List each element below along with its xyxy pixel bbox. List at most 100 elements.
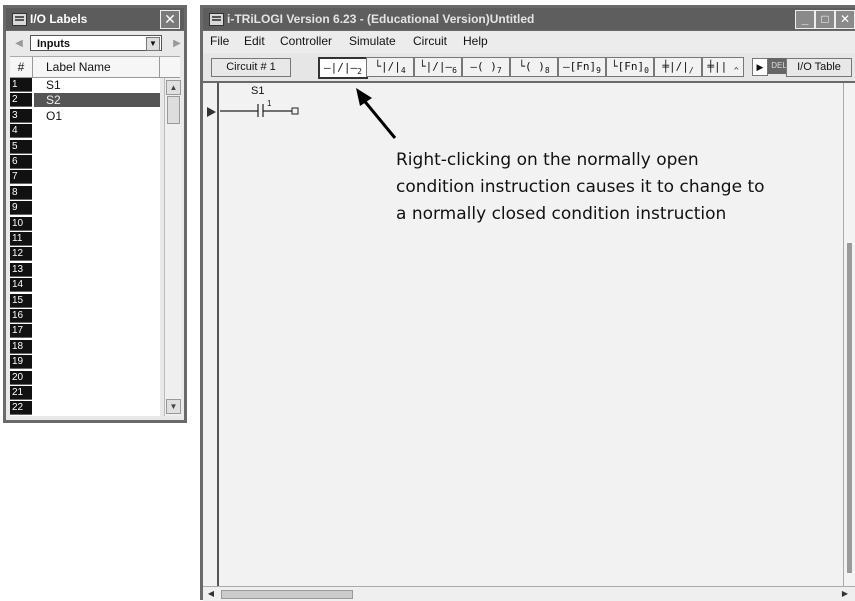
row-label[interactable] (34, 309, 160, 323)
next-arrow-icon[interactable]: ▶ (170, 36, 184, 52)
table-row[interactable]: 3 O1 (10, 108, 160, 124)
io-list-scrollbar[interactable]: ▲ ▼ (164, 78, 181, 416)
row-number: 13 (10, 262, 32, 277)
ladder-instruction-button[interactable]: └[Fn]0 (606, 57, 654, 77)
scroll-thumb[interactable] (167, 96, 180, 124)
row-label[interactable] (34, 124, 160, 138)
menu-edit[interactable]: Edit (244, 34, 265, 48)
row-label[interactable] (34, 371, 160, 385)
row-label[interactable]: O1 (34, 109, 160, 123)
table-row[interactable]: 8 (10, 185, 160, 201)
row-label[interactable] (34, 324, 160, 338)
row-number: 6 (10, 155, 32, 169)
row-label[interactable] (34, 278, 160, 292)
rung-cursor-arrow-icon (207, 107, 216, 117)
ladder-instruction-button[interactable]: —[Fn]9 (558, 57, 606, 77)
close-icon[interactable]: ✕ (835, 10, 855, 29)
table-row[interactable]: 19 (10, 355, 160, 370)
table-row[interactable]: 16 (10, 309, 160, 324)
ladder-instruction-button[interactable]: └|/|—6 (414, 57, 462, 77)
row-label[interactable] (34, 155, 160, 169)
row-label[interactable]: S2 (34, 93, 160, 108)
row-label[interactable]: S1 (34, 78, 160, 92)
menu-circuit[interactable]: Circuit (413, 34, 447, 48)
ladder-instruction-button[interactable]: └( )8 (510, 57, 558, 77)
circuit-select-button[interactable]: Circuit # 1 (211, 58, 291, 77)
row-label[interactable] (34, 294, 160, 308)
ladder-instruction-buttons: —|/|—2 └|/|4 └|/|—6 —( )7 └( )8 —[Fn]9 └[Fn]0 ╪… (318, 57, 796, 79)
contact-index: 1 (267, 99, 272, 108)
normally-open-contact[interactable] (220, 97, 310, 119)
table-row[interactable]: 10 (10, 216, 160, 232)
table-row[interactable]: 11 (10, 232, 160, 247)
table-row[interactable]: 14 (10, 278, 160, 293)
scroll-thumb[interactable] (221, 590, 353, 599)
io-table-button[interactable]: I/O Table (786, 58, 852, 77)
menu-bar: File Edit Controller Simulate Circuit He… (203, 31, 855, 53)
table-row[interactable]: 12 (10, 247, 160, 262)
minimize-icon[interactable]: _ (795, 10, 815, 29)
table-row[interactable]: 2 S2 (10, 93, 160, 108)
canvas-vertical-scrollbar[interactable] (843, 83, 855, 586)
row-label[interactable] (34, 140, 160, 154)
row-label[interactable] (34, 232, 160, 246)
left-power-rail (217, 83, 219, 586)
menu-simulate[interactable]: Simulate (349, 34, 396, 48)
table-row[interactable]: 15 (10, 293, 160, 309)
menu-file[interactable]: File (210, 34, 229, 48)
callout-arrow-icon (356, 88, 397, 139)
previous-arrow-icon[interactable]: ◀ (10, 36, 28, 52)
table-row[interactable]: 18 (10, 339, 160, 355)
scroll-left-icon[interactable]: ◀ (205, 588, 217, 600)
row-label[interactable] (34, 401, 160, 415)
table-row[interactable]: 9 (10, 201, 160, 216)
ladder-instruction-button[interactable]: ╪|| ^ (702, 57, 744, 77)
row-label[interactable] (34, 340, 160, 354)
row-label[interactable] (34, 247, 160, 261)
table-row[interactable]: 21 (10, 386, 160, 401)
play-icon[interactable]: ▶ (752, 58, 768, 76)
row-label[interactable] (34, 355, 160, 369)
row-number: 5 (10, 139, 32, 154)
shortcut-key: / (688, 66, 694, 76)
table-row[interactable]: 17 (10, 324, 160, 339)
table-row[interactable]: 22 (10, 401, 160, 416)
table-row[interactable]: 7 (10, 170, 160, 185)
close-icon[interactable]: ✕ (160, 10, 180, 29)
io-type-selector: ◀ Inputs ▼ ▶ (10, 35, 181, 53)
table-row[interactable]: 13 (10, 262, 160, 278)
scroll-thumb[interactable] (847, 243, 852, 573)
row-label[interactable] (34, 186, 160, 200)
table-row[interactable]: 4 (10, 124, 160, 139)
io-label-list: 1 S1 2 S2 3 O1 4 5 6 7 8 9 10 11 12 13 14 15 16 17 18 19 20 21 2… (10, 78, 160, 416)
maximize-icon[interactable]: □ (815, 10, 835, 29)
canvas-horizontal-scrollbar[interactable]: ◀ ▶ (203, 586, 855, 601)
row-label[interactable] (34, 263, 160, 277)
row-label[interactable] (34, 201, 160, 215)
table-row[interactable]: 5 (10, 139, 160, 155)
annotation-line: Right-clicking on the normally open (396, 150, 699, 170)
shortcut-key: 2 (357, 67, 362, 77)
row-number: 22 (10, 401, 32, 416)
row-label[interactable] (34, 170, 160, 184)
menu-help[interactable]: Help (463, 34, 488, 48)
menu-controller[interactable]: Controller (280, 34, 332, 48)
row-label[interactable] (34, 386, 160, 400)
io-type-select[interactable]: Inputs (30, 35, 162, 51)
scroll-up-icon[interactable]: ▲ (166, 80, 181, 95)
table-row[interactable]: 20 (10, 370, 160, 386)
io-labels-titlebar[interactable]: I/O Labels ✕ (6, 8, 184, 30)
row-label[interactable] (34, 217, 160, 231)
table-row[interactable]: 6 (10, 155, 160, 170)
chevron-down-icon[interactable]: ▼ (146, 37, 160, 51)
ladder-instruction-button[interactable]: ╪|/|/ (654, 57, 702, 77)
ladder-symbol-icon: —[Fn] (563, 60, 597, 73)
ladder-instruction-button[interactable]: —|/|—2 (318, 57, 368, 79)
scroll-right-icon[interactable]: ▶ (839, 588, 851, 600)
row-number: 4 (10, 124, 32, 139)
ladder-instruction-button[interactable]: └|/|4 (366, 57, 414, 77)
table-row[interactable]: 1 S1 (10, 78, 160, 93)
main-titlebar[interactable]: i-TRiLOGI Version 6.23 - (Educational Ve… (203, 8, 855, 30)
scroll-down-icon[interactable]: ▼ (166, 399, 181, 414)
ladder-instruction-button[interactable]: —( )7 (462, 57, 510, 77)
